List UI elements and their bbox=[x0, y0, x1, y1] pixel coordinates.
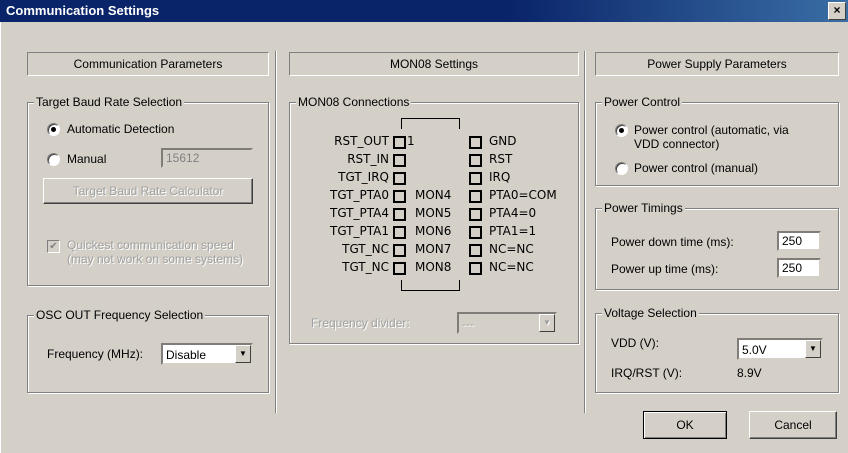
pin-left-box[interactable] bbox=[393, 136, 406, 149]
pin-left-label: RST_IN bbox=[347, 152, 389, 166]
connector-bottom-right bbox=[459, 280, 460, 291]
pin-left-label: TGT_IRQ bbox=[338, 170, 389, 184]
power-up-label: Power up time (ms): bbox=[611, 262, 719, 276]
pin-left-box[interactable] bbox=[393, 172, 406, 185]
pin-right-label: NC=NC bbox=[489, 242, 534, 256]
frequency-divider-value: --- bbox=[462, 317, 474, 331]
irq-rst-label: IRQ/RST (V): bbox=[611, 366, 683, 380]
pin-left-label: TGT_PTA1 bbox=[329, 224, 389, 238]
group-label: Target Baud Rate Selection bbox=[34, 95, 185, 109]
pin-left-label: RST_OUT bbox=[334, 134, 389, 148]
pin-right-label: IRQ bbox=[489, 170, 511, 184]
pin-mon-label: MON5 bbox=[415, 206, 452, 220]
frequency-label: Frequency (MHz): bbox=[47, 347, 144, 361]
dialog-body: Communication Parameters Target Baud Rat… bbox=[0, 22, 848, 453]
power-down-input[interactable]: 250 bbox=[777, 231, 821, 251]
group-label: OSC OUT Frequency Selection bbox=[34, 308, 206, 322]
pin-right-label: PTA1=1 bbox=[489, 224, 537, 238]
pin-right-box[interactable] bbox=[469, 262, 482, 275]
pin-left-box[interactable] bbox=[393, 262, 406, 275]
separator-left bbox=[275, 51, 277, 413]
frequency-value: Disable bbox=[166, 348, 207, 362]
power-auto-label: Power control (automatic, via bbox=[634, 123, 789, 137]
pin-mon-label: MON7 bbox=[415, 242, 452, 256]
connector-top-line bbox=[401, 118, 459, 119]
manual-label: Manual bbox=[67, 152, 107, 166]
power-up-input[interactable]: 250 bbox=[777, 258, 821, 278]
pin-right-box[interactable] bbox=[469, 244, 482, 257]
group-label: MON08 Connections bbox=[296, 95, 412, 109]
pin-right-label: NC=NC bbox=[489, 260, 534, 274]
connector-top-right bbox=[459, 118, 460, 129]
pin-left-box[interactable] bbox=[393, 190, 406, 203]
radio-manual[interactable] bbox=[47, 153, 60, 166]
group-label: Voltage Selection bbox=[602, 306, 699, 320]
target-baud-rate-calculator-button[interactable]: Target Baud Rate Calculator bbox=[43, 178, 253, 204]
power-down-label: Power down time (ms): bbox=[611, 235, 734, 249]
pin-mon-label: MON6 bbox=[415, 224, 452, 238]
chevron-down-icon: ▼ bbox=[235, 345, 251, 363]
pin-number-label: 1 bbox=[407, 134, 415, 148]
header-mon08-settings: MON08 Settings bbox=[289, 52, 579, 76]
group-label: Power Timings bbox=[602, 201, 685, 215]
pin-right-label: GND bbox=[489, 134, 517, 148]
separator-right bbox=[584, 51, 586, 413]
radio-automatic-detection[interactable] bbox=[47, 123, 60, 136]
pin-left-label: TGT_PTA4 bbox=[329, 206, 389, 220]
frequency-select[interactable]: Disable ▼ bbox=[161, 343, 253, 365]
frequency-divider-select[interactable]: --- ▼ bbox=[457, 312, 557, 334]
title-bar: Communication Settings × bbox=[0, 0, 848, 22]
header-communication-parameters: Communication Parameters bbox=[27, 52, 269, 76]
connector-top-left bbox=[401, 118, 402, 129]
quickest-speed-checkbox[interactable]: ✔ bbox=[47, 240, 60, 253]
chevron-down-icon: ▼ bbox=[805, 340, 821, 358]
manual-baud-input[interactable]: 15612 bbox=[161, 148, 253, 168]
power-auto-label-2: VDD connector) bbox=[634, 137, 720, 151]
header-power-supply-parameters: Power Supply Parameters bbox=[595, 52, 839, 76]
pin-left-box[interactable] bbox=[393, 154, 406, 167]
pin-left-box[interactable] bbox=[393, 226, 406, 239]
pin-right-box[interactable] bbox=[469, 226, 482, 239]
cancel-button[interactable]: Cancel bbox=[749, 411, 837, 439]
quickest-speed-note: (may not work on some systems) bbox=[67, 252, 244, 266]
irq-rst-value: 8.9V bbox=[737, 366, 762, 380]
pin-right-label: PTA0=COM bbox=[489, 188, 557, 202]
quickest-speed-label: Quickest communication speed bbox=[67, 238, 234, 252]
close-button[interactable]: × bbox=[828, 2, 846, 20]
connector-bottom-line bbox=[401, 290, 459, 291]
pin-left-label: TGT_NC bbox=[342, 242, 389, 256]
pin-right-box[interactable] bbox=[469, 154, 482, 167]
radio-power-auto[interactable] bbox=[615, 124, 628, 137]
pin-right-box[interactable] bbox=[469, 208, 482, 221]
ok-button[interactable]: OK bbox=[643, 411, 727, 439]
pin-left-label: TGT_NC bbox=[342, 260, 389, 274]
vdd-value: 5.0V bbox=[742, 343, 767, 357]
pin-left-box[interactable] bbox=[393, 244, 406, 257]
group-label: Power Control bbox=[602, 95, 683, 109]
group-mon08-connections: MON08 Connections bbox=[289, 95, 579, 344]
frequency-divider-label: Frequency divider: bbox=[311, 316, 410, 330]
pin-mon-label: MON4 bbox=[415, 188, 452, 202]
chevron-down-icon: ▼ bbox=[539, 314, 555, 332]
pin-right-box[interactable] bbox=[469, 190, 482, 203]
pin-right-label: RST bbox=[489, 152, 513, 166]
pin-right-box[interactable] bbox=[469, 136, 482, 149]
pin-left-box[interactable] bbox=[393, 208, 406, 221]
vdd-select[interactable]: 5.0V ▼ bbox=[737, 338, 823, 360]
connector-bottom-left bbox=[401, 280, 402, 291]
pin-mon-label: MON8 bbox=[415, 260, 452, 274]
pin-left-label: TGT_PTA0 bbox=[329, 188, 389, 202]
power-manual-label: Power control (manual) bbox=[634, 161, 759, 175]
window-title: Communication Settings bbox=[6, 3, 160, 18]
automatic-detection-label: Automatic Detection bbox=[67, 122, 175, 136]
vdd-label: VDD (V): bbox=[611, 336, 659, 350]
pin-right-box[interactable] bbox=[469, 172, 482, 185]
radio-power-manual[interactable] bbox=[615, 162, 628, 175]
pin-right-label: PTA4=0 bbox=[489, 206, 537, 220]
